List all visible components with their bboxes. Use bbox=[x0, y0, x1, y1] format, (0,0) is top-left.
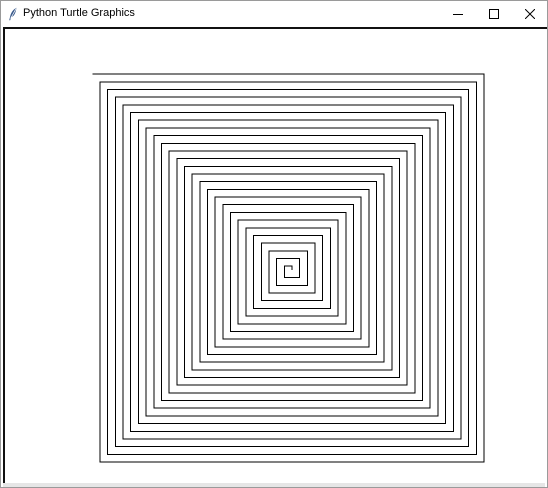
close-icon bbox=[525, 9, 535, 19]
close-button[interactable] bbox=[512, 1, 548, 27]
feather-icon bbox=[8, 7, 18, 21]
maximize-icon bbox=[489, 9, 499, 19]
turtle-drawing bbox=[92, 73, 485, 463]
spiral-path bbox=[92, 73, 485, 463]
turtle-canvas[interactable] bbox=[3, 27, 547, 485]
minimize-icon bbox=[453, 9, 463, 19]
minimize-button[interactable] bbox=[440, 1, 476, 27]
turtle-window: Python Turtle Graphics bbox=[0, 0, 548, 488]
maximize-button[interactable] bbox=[476, 1, 512, 27]
window-bottom-edge bbox=[3, 483, 545, 487]
title-bar[interactable]: Python Turtle Graphics bbox=[1, 1, 547, 27]
window-title: Python Turtle Graphics bbox=[23, 7, 135, 19]
